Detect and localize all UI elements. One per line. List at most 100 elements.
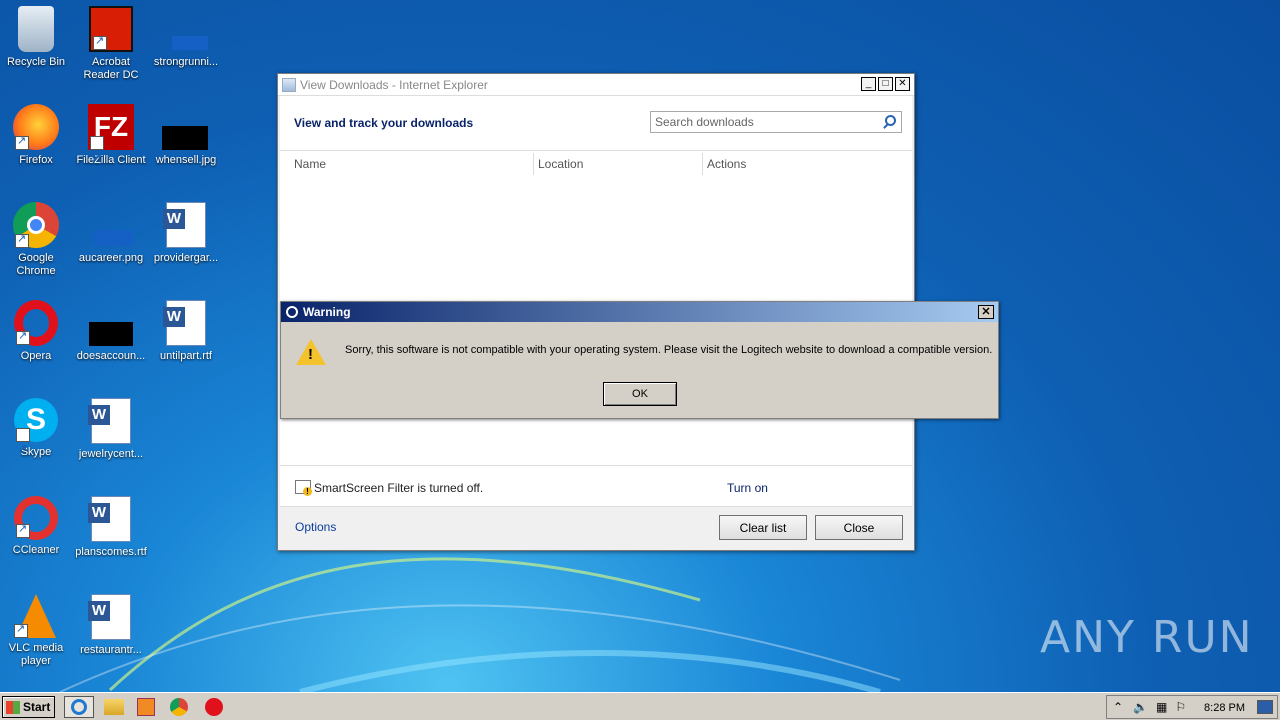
shortcut-arrow-icon [16,523,30,538]
desktop-icon-label: whensell.jpg [155,154,217,166]
image-thumbnail-icon [162,104,210,150]
taskbar: Start ⌃ 🔈 ▦ ⚐ 8:28 PM [0,692,1280,720]
filezilla-icon: FZ [88,104,134,181]
desktop-icon-word-doc[interactable]: W jewelrycent... [73,398,149,461]
action-center-flag-icon[interactable]: ⚐ [1175,700,1186,714]
desktop-icon-label: Skype [20,446,52,458]
ie-app-icon [282,77,296,92]
system-tray: ⌃ 🔈 ▦ ⚐ 8:28 PM [1106,695,1278,719]
downloads-column-headers: Name Location Actions [280,151,912,176]
word-document-icon: W [88,496,131,542]
search-placeholder: Search downloads [655,115,754,129]
maximize-button[interactable]: □ [878,77,893,91]
desktop-icon-word-doc[interactable]: W restaurantr... [73,594,149,657]
warning-close-button[interactable]: ✕ [978,305,994,319]
desktop-icon-label: Recycle Bin [6,56,66,68]
image-thumbnail-icon [87,202,135,248]
desktop-icon-word-doc[interactable]: W untilpart.rtf [148,300,224,363]
column-divider[interactable] [702,153,703,175]
column-divider[interactable] [533,153,534,175]
desktop-icon-firefox[interactable]: Firefox [0,104,74,167]
word-document-icon: W [163,202,206,248]
desktop-icon-label: doesaccoun... [76,350,146,362]
start-button[interactable]: Start [2,696,55,718]
firefox-icon [13,104,59,150]
desktop-icon-opera[interactable]: Opera [0,300,74,363]
desktop-icon-vlc[interactable]: VLC media player [0,594,74,668]
warning-dialog: Warning ✕ Sorry, this software is not co… [280,301,999,419]
column-header-name[interactable]: Name [294,157,326,171]
desktop-icon-label: CCleaner [12,544,60,556]
desktop-icon-label: VLC media player [8,642,64,667]
smartscreen-row: SmartScreen Filter is turned off. Turn o… [280,465,912,510]
close-window-button[interactable]: ✕ [895,77,910,91]
word-document-icon: W [163,300,206,346]
shortcut-arrow-icon [16,427,30,471]
vlc-cone-icon [14,594,56,638]
ok-button[interactable]: OK [603,382,677,406]
warning-title: Warning [303,305,351,319]
desktop-icon-skype[interactable]: S Skype [0,398,74,471]
close-button[interactable]: Close [815,515,903,540]
desktop-icon-acrobat[interactable]: Acrobat Reader DC [73,6,149,82]
desktop-icon-label: Acrobat Reader DC [83,56,139,81]
taskbar-media-player-icon[interactable] [137,698,155,716]
taskbar-clock[interactable]: 8:28 PM [1204,702,1245,714]
window-controls: _ □ ✕ [861,77,910,91]
desktop-icon-filezilla[interactable]: FZ FileZilla Client [73,104,149,181]
volume-icon[interactable]: 🔈 [1133,700,1148,714]
network-icon[interactable]: ▦ [1156,700,1167,714]
taskbar-opera-icon[interactable] [205,698,223,716]
desktop-icon-word-doc[interactable]: W providergar... [148,202,224,265]
smartscreen-status-text: SmartScreen Filter is turned off. [314,481,484,495]
desktop-icon-image[interactable]: whensell.jpg [148,104,224,167]
shortcut-arrow-icon [93,35,107,50]
options-link[interactable]: Options [295,520,336,534]
show-desktop-icon[interactable] [1257,700,1273,714]
acrobat-icon [89,6,133,52]
clear-list-button[interactable]: Clear list [719,515,807,540]
search-icon[interactable] [885,115,896,126]
word-document-icon: W [88,398,131,444]
desktop-icon-file[interactable]: strongrunni... [148,6,224,69]
search-downloads-input[interactable]: Search downloads [650,111,902,133]
tray-expand-icon[interactable]: ⌃ [1113,700,1123,714]
desktop-icon-label: untilpart.rtf [160,350,212,362]
desktop-icon-word-doc[interactable]: W planscomes.rtf [73,496,149,559]
desktop-icon-label: Opera [20,350,52,362]
warning-triangle-icon [296,339,326,365]
dialog-app-icon [286,306,298,318]
file-thumbnail-icon [87,300,135,346]
desktop-icon-label: FileZilla Client [76,154,146,166]
word-document-icon: W [88,594,131,640]
desktop-icon-label: Firefox [19,154,53,166]
column-header-location[interactable]: Location [538,157,583,171]
window-title: View Downloads - Internet Explorer [300,77,488,92]
desktop-icon-file[interactable]: doesaccoun... [73,300,149,363]
chrome-icon [13,202,59,248]
desktop-icon-recycle-bin[interactable]: Recycle Bin [0,6,74,69]
warning-title-bar[interactable]: Warning ✕ [281,302,998,322]
turn-on-link[interactable]: Turn on [727,481,768,495]
taskbar-explorer-icon[interactable] [104,699,124,715]
skype-icon: S [14,398,58,471]
shortcut-arrow-icon [90,135,104,181]
desktop-icon-ccleaner[interactable]: CCleaner [0,496,74,557]
desktop-icon-chrome[interactable]: Google Chrome [0,202,74,278]
desktop-icon-label: providergar... [153,252,219,264]
downloads-footer: Options Clear list Close [280,506,912,548]
taskbar-chrome-icon[interactable] [170,698,188,716]
file-thumbnail-icon [162,6,210,52]
taskbar-ie-icon[interactable] [64,696,94,718]
windows-flag-icon [6,700,20,714]
desktop-icon-label: Google Chrome [16,252,56,277]
shortcut-arrow-icon [14,623,28,638]
desktop-icon-image[interactable]: aucareer.png [73,202,149,265]
column-header-actions[interactable]: Actions [707,157,746,171]
downloads-header: View and track your downloads Search dow… [280,96,912,151]
anyrun-watermark: ANY RUN [1040,612,1254,663]
window-title-bar[interactable]: View Downloads - Internet Explorer _ □ ✕ [278,74,914,96]
shortcut-arrow-icon [15,233,29,248]
minimize-button[interactable]: _ [861,77,876,91]
shortcut-arrow-icon [16,330,30,345]
